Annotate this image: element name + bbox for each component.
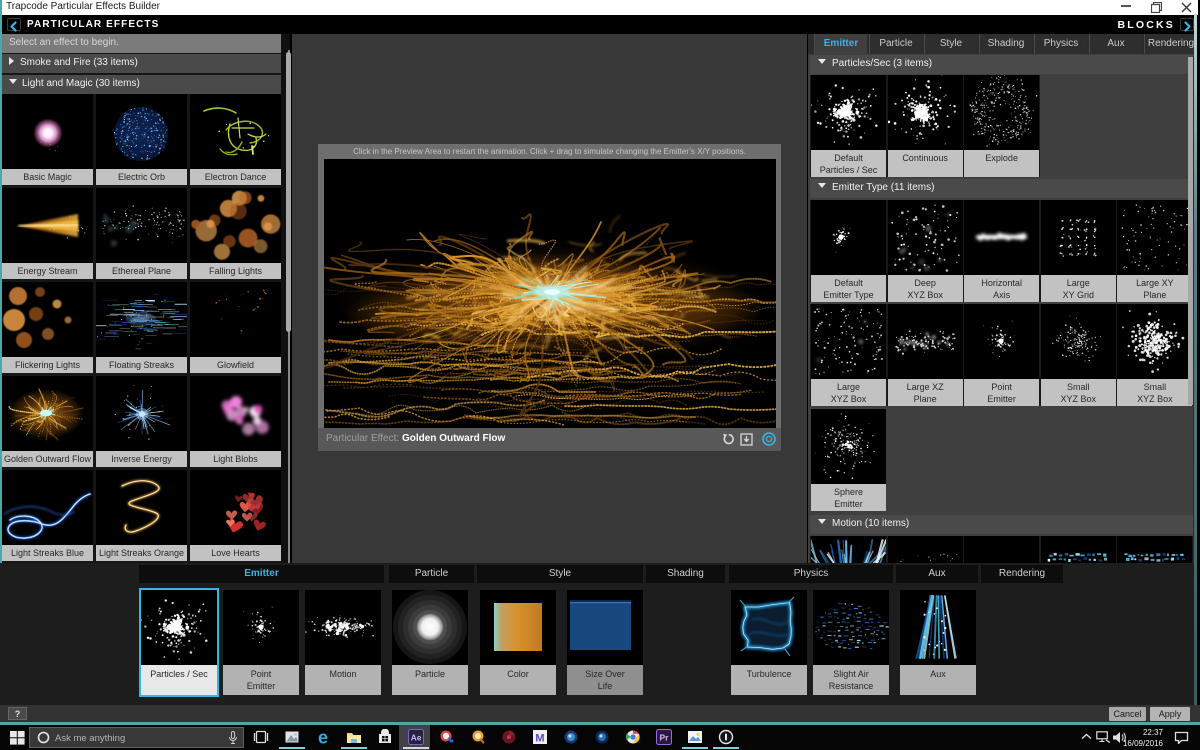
svg-text:M: M xyxy=(535,733,544,745)
svg-text:e: e xyxy=(318,729,328,745)
svg-text:Ae: Ae xyxy=(411,733,422,743)
svg-text:Pr: Pr xyxy=(660,733,670,743)
